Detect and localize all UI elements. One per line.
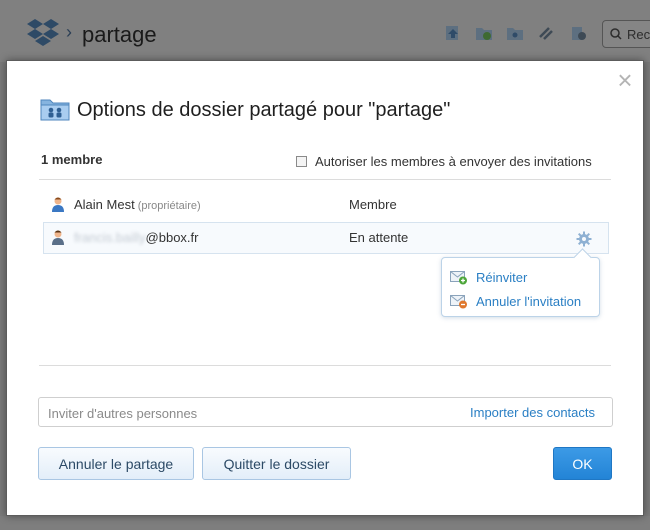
- member-email: francis.bailly@bbox.fr: [74, 230, 199, 245]
- breadcrumb-title[interactable]: partage: [82, 22, 157, 48]
- person-icon: [52, 197, 64, 212]
- dropbox-logo-icon: [27, 19, 59, 46]
- mail-remove-icon: [450, 294, 467, 308]
- allow-invites-option[interactable]: Autoriser les membres à envoyer des invi…: [296, 153, 592, 169]
- member-count: 1 membre: [41, 152, 103, 167]
- person-icon: [52, 230, 64, 245]
- search-icon: [610, 28, 622, 40]
- import-contacts-link[interactable]: Importer des contacts: [470, 405, 595, 420]
- member-row-pending[interactable]: francis.bailly@bbox.fr En attente: [43, 222, 609, 254]
- owner-tag: (propriétaire): [137, 200, 201, 212]
- deleted-files-icon[interactable]: [569, 25, 587, 41]
- new-folder-icon[interactable]: [475, 25, 493, 41]
- allow-invites-label: Autoriser les membres à envoyer des invi…: [315, 153, 592, 169]
- close-icon[interactable]: ×: [615, 67, 635, 93]
- unshare-button[interactable]: Annuler le partage: [38, 447, 194, 480]
- search-input[interactable]: Rec: [602, 20, 650, 48]
- dialog-title: Options de dossier partagé pour "partage…: [77, 99, 451, 121]
- reinvite-menu-item[interactable]: Réinviter: [450, 267, 527, 287]
- upload-icon[interactable]: [444, 25, 462, 41]
- invite-input[interactable]: [48, 404, 448, 422]
- invite-field: Importer des contacts: [38, 397, 613, 427]
- leave-folder-button[interactable]: Quitter le dossier: [202, 447, 351, 480]
- member-name: Alain Mest (propriétaire): [74, 197, 201, 212]
- member-role: Membre: [349, 197, 397, 212]
- shared-folder-icon[interactable]: [506, 25, 524, 41]
- ok-button[interactable]: OK: [553, 447, 612, 480]
- chevron-right-icon: ›: [66, 22, 72, 42]
- shared-folder-options-dialog: × Options de dossier partagé pour "parta…: [6, 60, 644, 516]
- invite-actions-menu: Réinviter Annuler l'invitation: [441, 248, 600, 317]
- allow-invites-checkbox[interactable]: [296, 155, 307, 167]
- background-footer: [0, 516, 650, 530]
- member-row: Alain Mest (propriétaire) Membre: [43, 189, 609, 221]
- mail-add-icon: [450, 270, 467, 284]
- link-icon[interactable]: [537, 25, 555, 41]
- cancel-invite-menu-item[interactable]: Annuler l'invitation: [450, 291, 581, 311]
- divider: [39, 179, 611, 180]
- shared-folder-icon: [40, 99, 70, 121]
- background-header: › partage Rec: [0, 0, 650, 62]
- email-blurred: francis.bailly: [74, 230, 146, 245]
- member-role: En attente: [349, 230, 409, 245]
- gear-icon[interactable]: [576, 231, 592, 247]
- divider: [39, 365, 611, 366]
